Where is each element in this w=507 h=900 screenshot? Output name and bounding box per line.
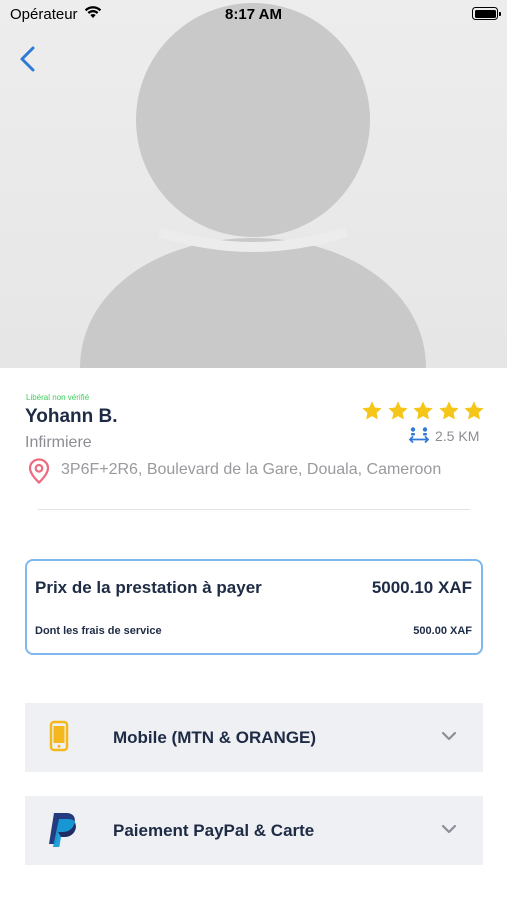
star-icon (413, 401, 433, 420)
star-icon (362, 401, 382, 420)
provider-name: Yohann B. (25, 406, 118, 427)
paypal-icon (49, 813, 77, 847)
chevron-down-icon (441, 731, 457, 741)
payment-option-paypal[interactable]: Paiement PayPal & Carte (25, 796, 483, 865)
chevron-down-icon (441, 824, 457, 834)
service-fee-value: 500.00 XAF (413, 625, 472, 637)
payment-option-label: Paiement PayPal & Carte (113, 821, 315, 840)
location-pin-icon (28, 458, 50, 484)
provider-profession: Infirmiere (25, 434, 92, 451)
battery-icon (472, 7, 501, 20)
mobile-phone-icon (49, 720, 69, 752)
star-icon (387, 401, 408, 420)
price-summary-card: Prix de la prestation à payer 5000.10 XA… (25, 559, 483, 655)
rating-stars (361, 400, 485, 424)
star-icon (438, 401, 459, 420)
star-icon (464, 401, 484, 420)
verification-badge: Libéral non vérifié (26, 393, 90, 402)
status-bar: Opérateur 8:17 AM (0, 0, 507, 28)
profile-photo (0, 0, 507, 368)
distance-icon (408, 427, 430, 443)
distance-row: 2.5 KM (408, 426, 479, 444)
section-divider (38, 509, 470, 510)
price-label: Prix de la prestation à payer (35, 578, 262, 597)
payment-option-label: Mobile (MTN & ORANGE) (113, 728, 317, 747)
back-chevron-icon[interactable] (14, 44, 44, 74)
avatar-placeholder-icon (80, 3, 426, 368)
payment-option-mobile[interactable]: Mobile (MTN & ORANGE) (25, 703, 483, 772)
service-fee-label: Dont les frais de service (35, 625, 162, 637)
distance-value: 2.5 KM (435, 428, 480, 444)
provider-address: 3P6F+2R6, Boulevard de la Gare, Douala, … (61, 461, 442, 478)
clock: 8:17 AM (225, 6, 282, 23)
price-value: 5000.10 XAF (371, 578, 472, 597)
